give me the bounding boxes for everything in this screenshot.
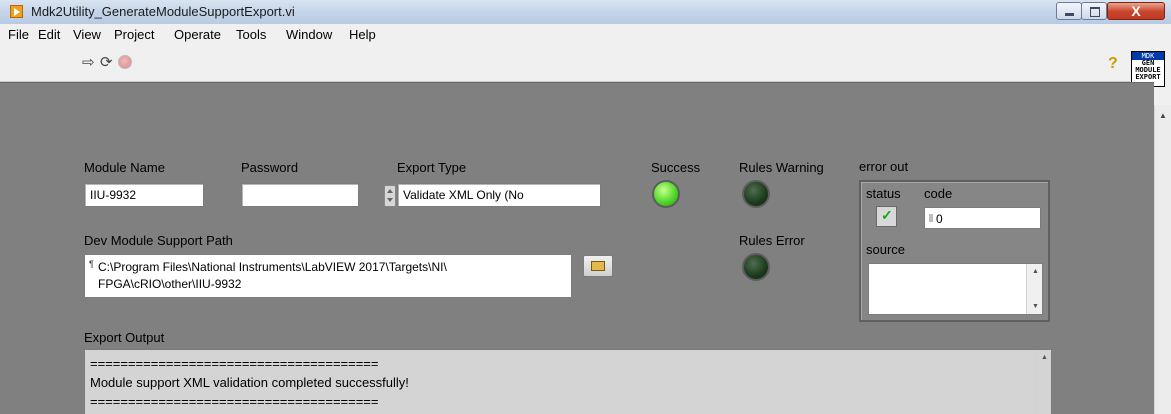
menu-edit[interactable]: Edit: [38, 27, 60, 42]
run-arrow-icon[interactable]: ⇨: [82, 55, 95, 71]
export-type-increment-icon[interactable]: [384, 185, 396, 207]
export-output-indicator: ====================================== M…: [84, 349, 1052, 414]
browse-button[interactable]: [583, 255, 613, 277]
export-output-line: Module support XML validation completed …: [90, 375, 409, 390]
rules-error-label: Rules Error: [739, 233, 805, 248]
menu-view[interactable]: View: [73, 27, 101, 42]
export-output-line: ======================================: [90, 394, 379, 409]
title-bar: Mdk2Utility_GenerateModuleSupportExport.…: [0, 0, 1171, 25]
run-continuously-icon[interactable]: ⟳: [100, 55, 113, 71]
close-icon: X: [1131, 3, 1141, 19]
module-name-input[interactable]: IIU-9932: [84, 183, 204, 207]
labview-window: Mdk2Utility_GenerateModuleSupportExport.…: [0, 0, 1171, 414]
success-led: [652, 180, 680, 208]
scroll-down-icon[interactable]: ▼: [1032, 303, 1039, 310]
close-button[interactable]: X: [1107, 2, 1165, 20]
source-scrollbar[interactable]: ▲ ▼: [1026, 264, 1042, 314]
folder-icon: [591, 261, 605, 271]
dev-path-label: Dev Module Support Path: [84, 233, 233, 248]
maximize-button[interactable]: [1081, 2, 1107, 20]
minimize-button[interactable]: [1056, 2, 1082, 20]
context-help-icon[interactable]: ?: [1108, 55, 1118, 73]
rules-warning-label: Rules Warning: [739, 160, 824, 175]
window-title: Mdk2Utility_GenerateModuleSupportExport.…: [31, 4, 295, 19]
success-label: Success: [651, 160, 701, 175]
menu-help[interactable]: Help: [349, 27, 376, 42]
scroll-up-icon[interactable]: ▲: [1041, 354, 1048, 361]
dev-path-input[interactable]: ¶ C:\Program Files\National Instruments\…: [84, 254, 572, 298]
checkmark-icon: ✓: [881, 207, 893, 223]
menu-file[interactable]: File: [8, 27, 29, 42]
menu-tools[interactable]: Tools: [236, 27, 266, 42]
password-label: Password: [241, 160, 299, 175]
error-out-label: error out: [859, 159, 909, 174]
export-type-value: Validate XML Only (No: [403, 188, 524, 202]
radix-icon: [929, 214, 933, 222]
source-indicator: ▲ ▼: [868, 263, 1043, 315]
dev-path-line: C:\Program Files\National Instruments\La…: [98, 260, 447, 274]
export-output-line: ======================================: [90, 356, 379, 371]
status-label: status: [866, 186, 901, 201]
dev-path-line: FPGA\cRIO\other\IIU-9932: [98, 277, 242, 291]
rules-error-led: [742, 253, 770, 281]
labview-app-icon: [10, 5, 23, 18]
menu-window[interactable]: Window: [286, 27, 332, 42]
abort-execution-button[interactable]: [118, 55, 132, 69]
export-output-scrollbar[interactable]: ▲: [1035, 350, 1051, 414]
code-indicator: 0: [924, 207, 1041, 229]
scroll-up-icon[interactable]: ▲: [1159, 111, 1167, 120]
source-label: source: [866, 242, 906, 257]
scroll-up-icon[interactable]: ▲: [1032, 268, 1039, 275]
toolbar: ⇨ ⟳ ?: [0, 45, 1130, 82]
export-type-label: Export Type: [397, 160, 467, 175]
status-indicator: ✓: [876, 206, 897, 227]
export-type-ring[interactable]: Validate XML Only (No: [397, 183, 601, 207]
export-output-label: Export Output: [84, 330, 165, 345]
menu-operate[interactable]: Operate: [174, 27, 221, 42]
path-type-icon: ¶: [89, 259, 94, 269]
panel-vertical-scrollbar[interactable]: ▲: [1154, 105, 1171, 414]
module-name-label: Module Name: [84, 160, 165, 175]
rules-warning-led: [742, 180, 770, 208]
menu-project[interactable]: Project: [114, 27, 154, 42]
menu-bar: File Edit View Project Operate Tools Win…: [0, 24, 1130, 45]
vi-icon-line: EXPORT: [1135, 73, 1161, 81]
module-name-value: IIU-9932: [90, 188, 137, 202]
code-value: 0: [936, 212, 943, 226]
password-input[interactable]: [241, 183, 359, 207]
code-label: code: [924, 186, 953, 201]
